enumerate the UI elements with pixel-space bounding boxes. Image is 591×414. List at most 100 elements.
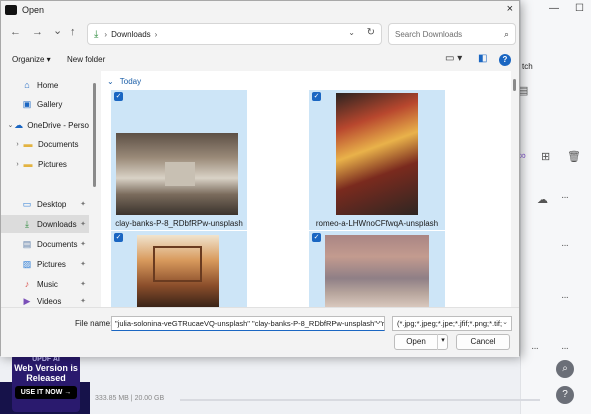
pin-icon[interactable]: ✦ bbox=[80, 280, 86, 288]
close-icon[interactable]: × bbox=[507, 3, 513, 15]
storage-progress-bar bbox=[180, 399, 540, 401]
image-thumbnail bbox=[325, 235, 429, 307]
file-name-input[interactable]: "julia-solonina-veGTRucaeVQ-unsplash" "c… bbox=[111, 316, 385, 331]
dialog-title: Open bbox=[22, 4, 45, 15]
file-tile[interactable]: ✓ bbox=[111, 231, 247, 307]
address-bar[interactable]: ⤓ › Downloads › ⌄ ↻ bbox=[87, 23, 382, 45]
sidebar-item-label: OneDrive - Perso bbox=[27, 120, 89, 130]
sidebar-item-documents[interactable]: ▤ Documents ✦ bbox=[1, 235, 89, 253]
organize-button[interactable]: Organize ▾ bbox=[12, 55, 51, 64]
cancel-button[interactable]: Cancel bbox=[456, 334, 510, 350]
sidebar-item-label: Home bbox=[37, 80, 59, 90]
maximize-icon[interactable]: ☐ bbox=[575, 3, 584, 14]
pin-icon[interactable]: ✦ bbox=[80, 200, 86, 208]
open-button-label: Open bbox=[406, 337, 426, 346]
download-icon: ⤓ bbox=[94, 28, 99, 40]
pin-icon[interactable]: ✦ bbox=[80, 220, 86, 228]
sidebar-item-label: Desktop bbox=[37, 199, 67, 209]
group-header-label: Today bbox=[119, 77, 142, 86]
file-list-scrollbar[interactable] bbox=[513, 79, 516, 91]
desktop-icon: ▭ bbox=[22, 198, 32, 209]
gallery-icon: ▣ bbox=[22, 98, 32, 109]
chevron-right-icon[interactable]: › bbox=[13, 161, 22, 168]
search-input[interactable]: Search Downloads bbox=[395, 30, 504, 39]
breadcrumb-chevron-icon[interactable]: › bbox=[155, 30, 158, 39]
search-icon[interactable]: ⌕ bbox=[504, 29, 509, 40]
view-options-icon[interactable]: ▭ ▾ bbox=[445, 53, 462, 64]
chevron-down-icon[interactable]: ⌄ bbox=[7, 121, 14, 129]
file-name-value: "julia-solonina-veGTRucaeVQ-unsplash" "c… bbox=[115, 319, 385, 328]
preview-pane-icon[interactable]: ◧ bbox=[478, 53, 487, 64]
help-float-icon[interactable]: ? bbox=[556, 386, 574, 404]
breadcrumb-chevron-icon[interactable]: › bbox=[104, 30, 107, 39]
more-options-icon[interactable]: ··· bbox=[561, 240, 569, 251]
use-it-now-button[interactable]: USE IT NOW → bbox=[15, 386, 77, 399]
background-partial-text: tch bbox=[522, 62, 533, 71]
more-options-icon[interactable]: ··· bbox=[561, 192, 569, 203]
refresh-icon[interactable]: ↻ bbox=[367, 27, 375, 38]
sidebar-item-desktop[interactable]: ▭ Desktop ✦ bbox=[1, 195, 89, 213]
chevron-down-icon[interactable]: ⌄ bbox=[107, 77, 114, 86]
chevron-down-icon[interactable]: ⌄ bbox=[375, 318, 381, 326]
pin-icon[interactable]: ✦ bbox=[80, 240, 86, 248]
sidebar-item-downloads[interactable]: ⤓ Downloads ✦ bbox=[1, 215, 89, 233]
search-box[interactable]: Search Downloads ⌕ bbox=[388, 23, 516, 45]
minimize-icon[interactable]: — bbox=[549, 3, 559, 14]
promo-banner[interactable]: UPDF AI Web Version is Released USE IT N… bbox=[12, 354, 80, 412]
up-arrow-icon[interactable]: ↑ bbox=[70, 26, 76, 38]
pin-icon[interactable]: ✦ bbox=[80, 297, 86, 305]
sidebar-item-music[interactable]: ♪ Music ✦ bbox=[1, 275, 89, 293]
recent-locations-icon[interactable]: ⌄ bbox=[53, 24, 62, 37]
sidebar-item-label: Documents bbox=[37, 239, 78, 249]
sidebar-item-videos[interactable]: ▶ Videos ✦ bbox=[1, 295, 89, 307]
storage-status: 333.85 MB | 20.00 GB bbox=[95, 395, 165, 402]
onedrive-icon: ☁ bbox=[14, 119, 24, 130]
app-icon bbox=[5, 4, 17, 15]
help-icon[interactable]: ? bbox=[499, 54, 511, 66]
chevron-right-icon[interactable]: › bbox=[13, 141, 22, 148]
sidebar-item-label: Music bbox=[37, 279, 58, 289]
group-header-today[interactable]: ⌄ Today bbox=[107, 77, 141, 86]
folder-icon: ▬ bbox=[23, 159, 33, 169]
file-type-filter[interactable]: (*.jpg;*.jpeg;*.jpe;*.jfif;*.png;*.tif; … bbox=[392, 316, 512, 331]
more-options-icon[interactable]: ··· bbox=[561, 292, 569, 303]
more-options-icon[interactable]: ··· bbox=[531, 343, 539, 354]
address-dropdown-icon[interactable]: ⌄ bbox=[348, 28, 355, 37]
pin-icon[interactable]: ✦ bbox=[80, 260, 86, 268]
file-tile[interactable]: ✓ romeo-a-LHWnoCFfwqA-unsplash bbox=[309, 90, 445, 230]
sidebar-item-label: Pictures bbox=[37, 259, 66, 269]
checkbox-checked-icon[interactable]: ✓ bbox=[114, 92, 123, 101]
sidebar-item-label: Downloads bbox=[37, 219, 77, 229]
forward-arrow-icon[interactable]: → bbox=[32, 26, 43, 38]
back-arrow-icon[interactable]: ← bbox=[10, 26, 21, 38]
sidebar-item-home[interactable]: ⌂ Home bbox=[1, 76, 89, 94]
navigation-row: ← → ⌄ ↑ ⤓ › Downloads › ⌄ ↻ Search Downl… bbox=[1, 23, 519, 45]
dialog-body: ⌂ Home ▣ Gallery ⌄ ☁ OneDrive - Perso › … bbox=[1, 71, 519, 307]
checkbox-checked-icon[interactable]: ✓ bbox=[312, 233, 321, 242]
new-folder-button[interactable]: New folder bbox=[67, 55, 105, 64]
image-thumbnail bbox=[336, 93, 418, 215]
more-options-icon[interactable]: ··· bbox=[561, 343, 569, 354]
sidebar-item-label: Gallery bbox=[37, 99, 63, 109]
file-list: ⌄ Today ✓ clay-banks-P-8_RDbfRPw-unsplas… bbox=[101, 71, 511, 307]
checkbox-checked-icon[interactable]: ✓ bbox=[312, 92, 321, 101]
search-float-icon[interactable]: ⌕ bbox=[556, 360, 574, 378]
cloud-icon[interactable]: ☁ bbox=[537, 193, 548, 206]
file-name-label: romeo-a-LHWnoCFfwqA-unsplash bbox=[315, 219, 439, 228]
trash-icon[interactable]: 🗑 bbox=[567, 150, 581, 163]
sidebar-scrollbar[interactable] bbox=[93, 83, 96, 187]
checkbox-checked-icon[interactable]: ✓ bbox=[114, 233, 123, 242]
sidebar-item-onedrive-documents[interactable]: › ▬ Documents bbox=[1, 135, 89, 153]
sidebar-item-gallery[interactable]: ▣ Gallery bbox=[1, 95, 89, 113]
dialog-titlebar: Open bbox=[1, 1, 519, 18]
sidebar-item-pictures[interactable]: ▨ Pictures ✦ bbox=[1, 255, 89, 273]
sidebar-item-onedrive-pictures[interactable]: › ▬ Pictures bbox=[1, 155, 89, 173]
sidebar-item-onedrive[interactable]: ⌄ ☁ OneDrive - Perso bbox=[1, 116, 89, 134]
file-tile[interactable]: ✓ clay-banks-P-8_RDbfRPw-unsplash bbox=[111, 90, 247, 230]
chevron-down-icon[interactable]: ⌄ bbox=[502, 318, 508, 326]
file-tile[interactable]: ✓ bbox=[309, 231, 445, 307]
image-thumbnail bbox=[116, 133, 238, 215]
breadcrumb-downloads[interactable]: Downloads bbox=[111, 30, 151, 39]
open-split-dropdown-icon[interactable]: ▾ bbox=[437, 334, 448, 350]
grid-view-icon[interactable]: ⊞ bbox=[541, 150, 550, 163]
